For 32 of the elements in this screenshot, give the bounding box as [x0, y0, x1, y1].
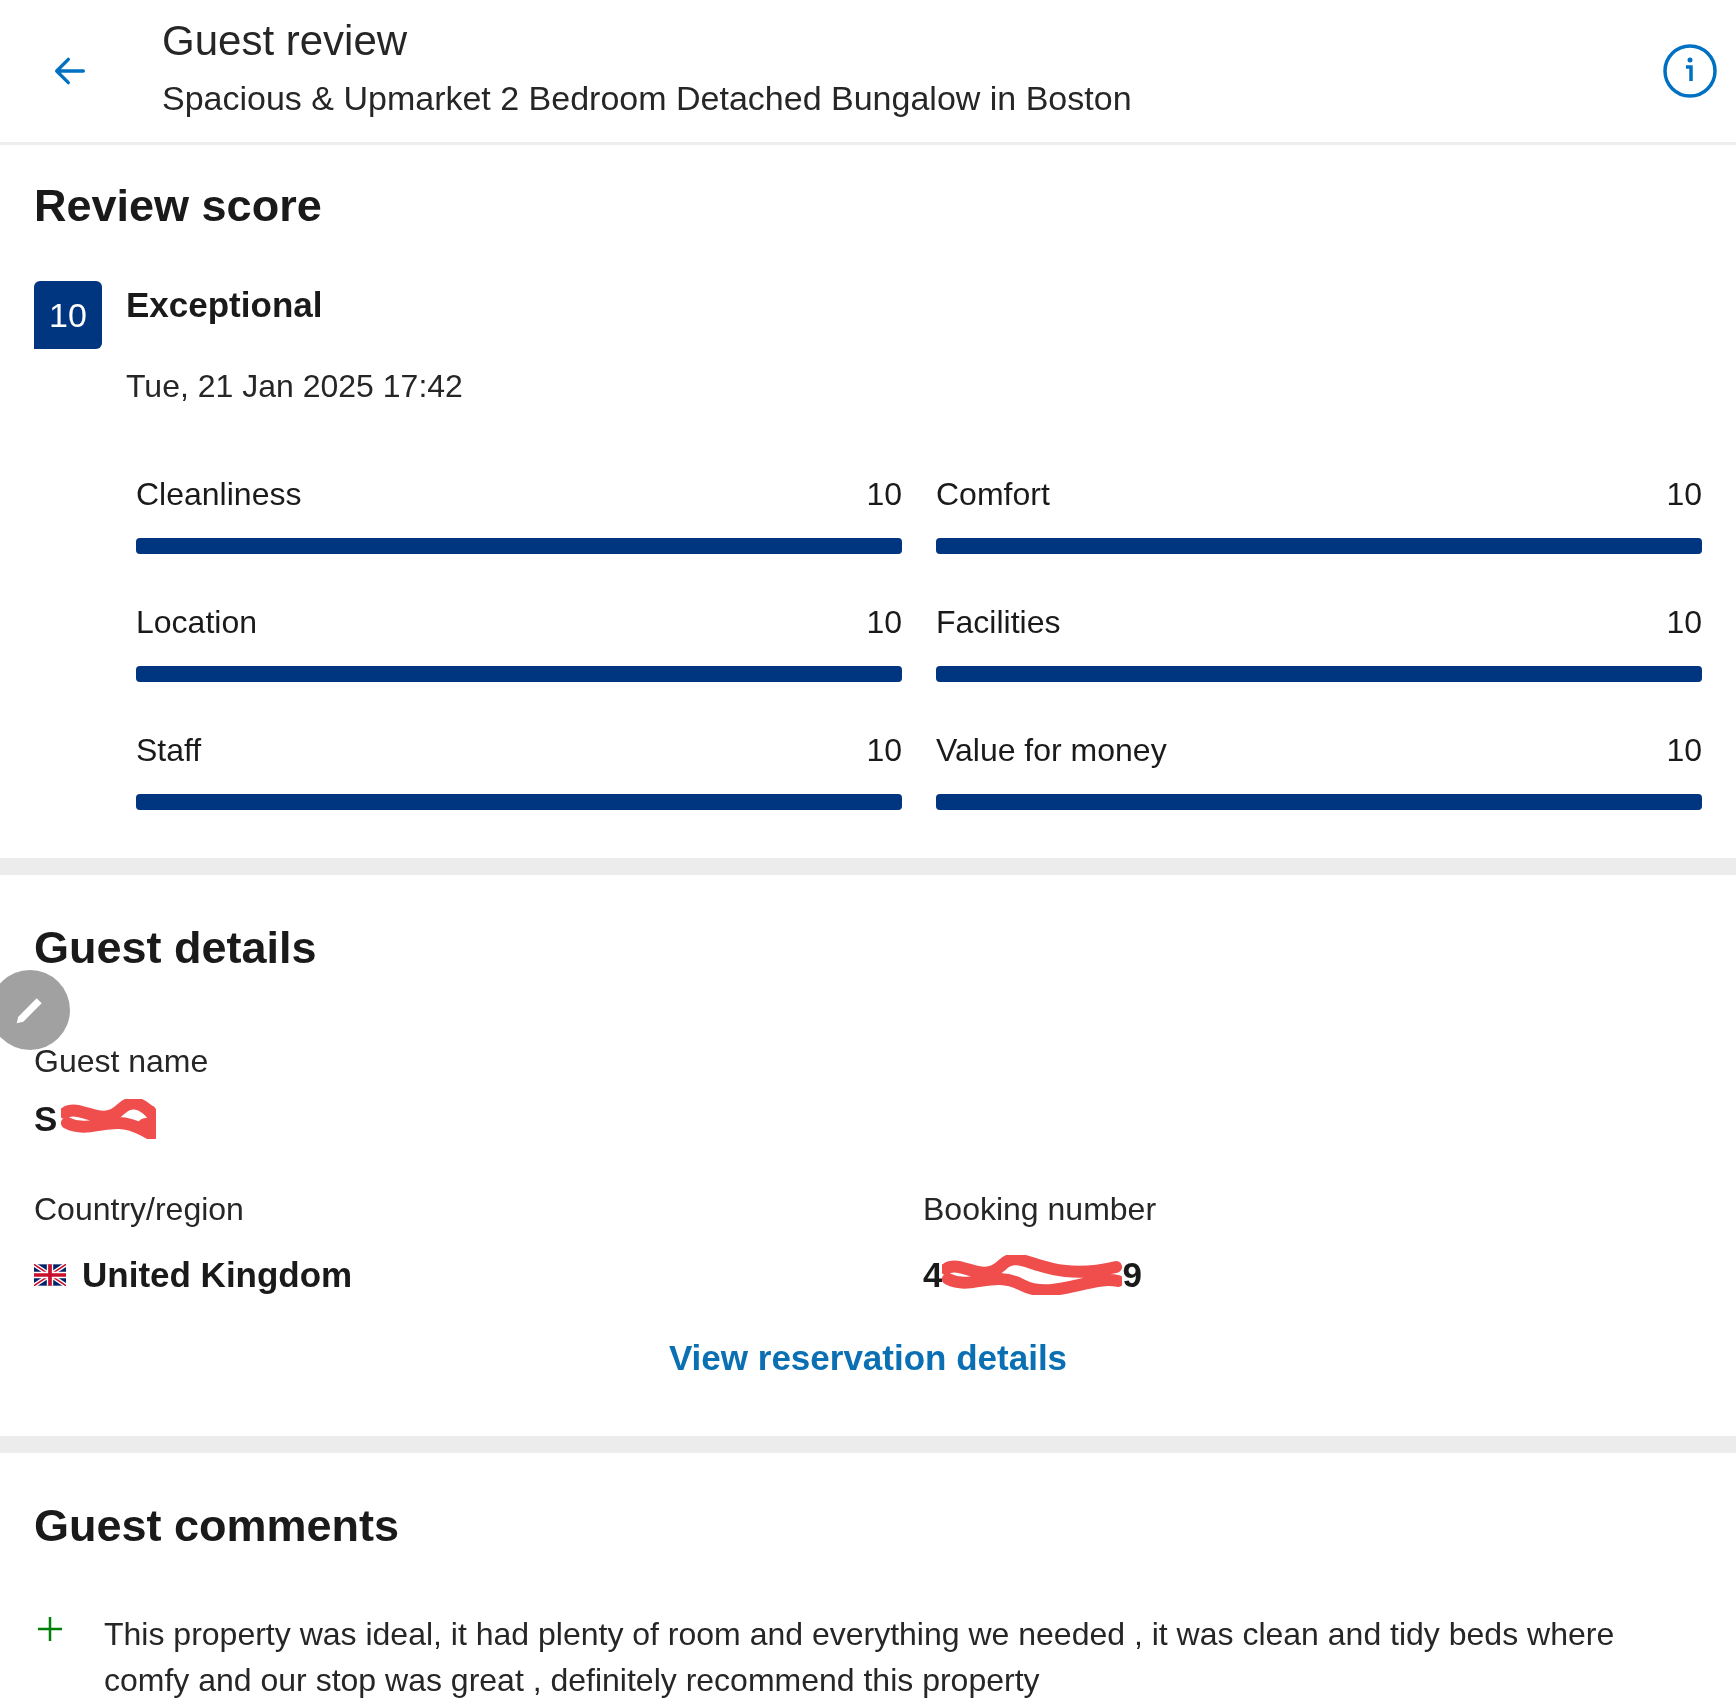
page-title: Guest review: [162, 18, 409, 65]
category-score: 10: [866, 474, 902, 514]
property-name: Spacious & Upmarket 2 Bedroom Detached Bungalow in Boston: [162, 77, 1133, 119]
section-heading: Guest comments: [34, 1499, 401, 1553]
comment-text: This property was ideal, it had plenty of room and everything we needed , it was clean and tidy beds where comfy and our stop was great , definitely recommend this property: [104, 1615, 1616, 1701]
guest-name: S: [34, 1097, 58, 1140]
field-label: Booking number: [923, 1190, 1158, 1229]
category-label: Facilities: [936, 602, 1061, 642]
section-heading: Guest details: [34, 920, 318, 975]
category-score: 10: [1666, 730, 1702, 770]
category-label: Value for money: [936, 730, 1167, 770]
category-score: 10: [866, 730, 902, 770]
category-label: Location: [136, 602, 257, 642]
booking-number: 4: [923, 1254, 943, 1296]
section-heading: Review score: [34, 179, 323, 233]
field-label: Country/region: [34, 1190, 245, 1229]
category-score: 10: [866, 602, 902, 642]
category-score: 10: [1666, 602, 1702, 642]
flag-icon: [34, 1264, 66, 1287]
reservation-link[interactable]: View reservation details: [668, 1331, 1068, 1384]
score-badge: 10: [34, 281, 102, 349]
info-button[interactable]: [1662, 43, 1718, 99]
plus-icon: [36, 1615, 64, 1643]
rating-label: Exceptional: [126, 284, 324, 326]
category-label: Staff: [136, 730, 202, 770]
field-label: Guest name: [34, 1041, 210, 1081]
category-score: 10: [1666, 474, 1702, 514]
country-name: United Kingdom: [82, 1254, 353, 1296]
category-label: Cleanliness: [136, 474, 302, 514]
booking-number: 9: [1122, 1254, 1142, 1296]
category-label: Comfort: [936, 474, 1050, 514]
review-date: Tue, 21 Jan 2025 17:42: [126, 366, 463, 406]
